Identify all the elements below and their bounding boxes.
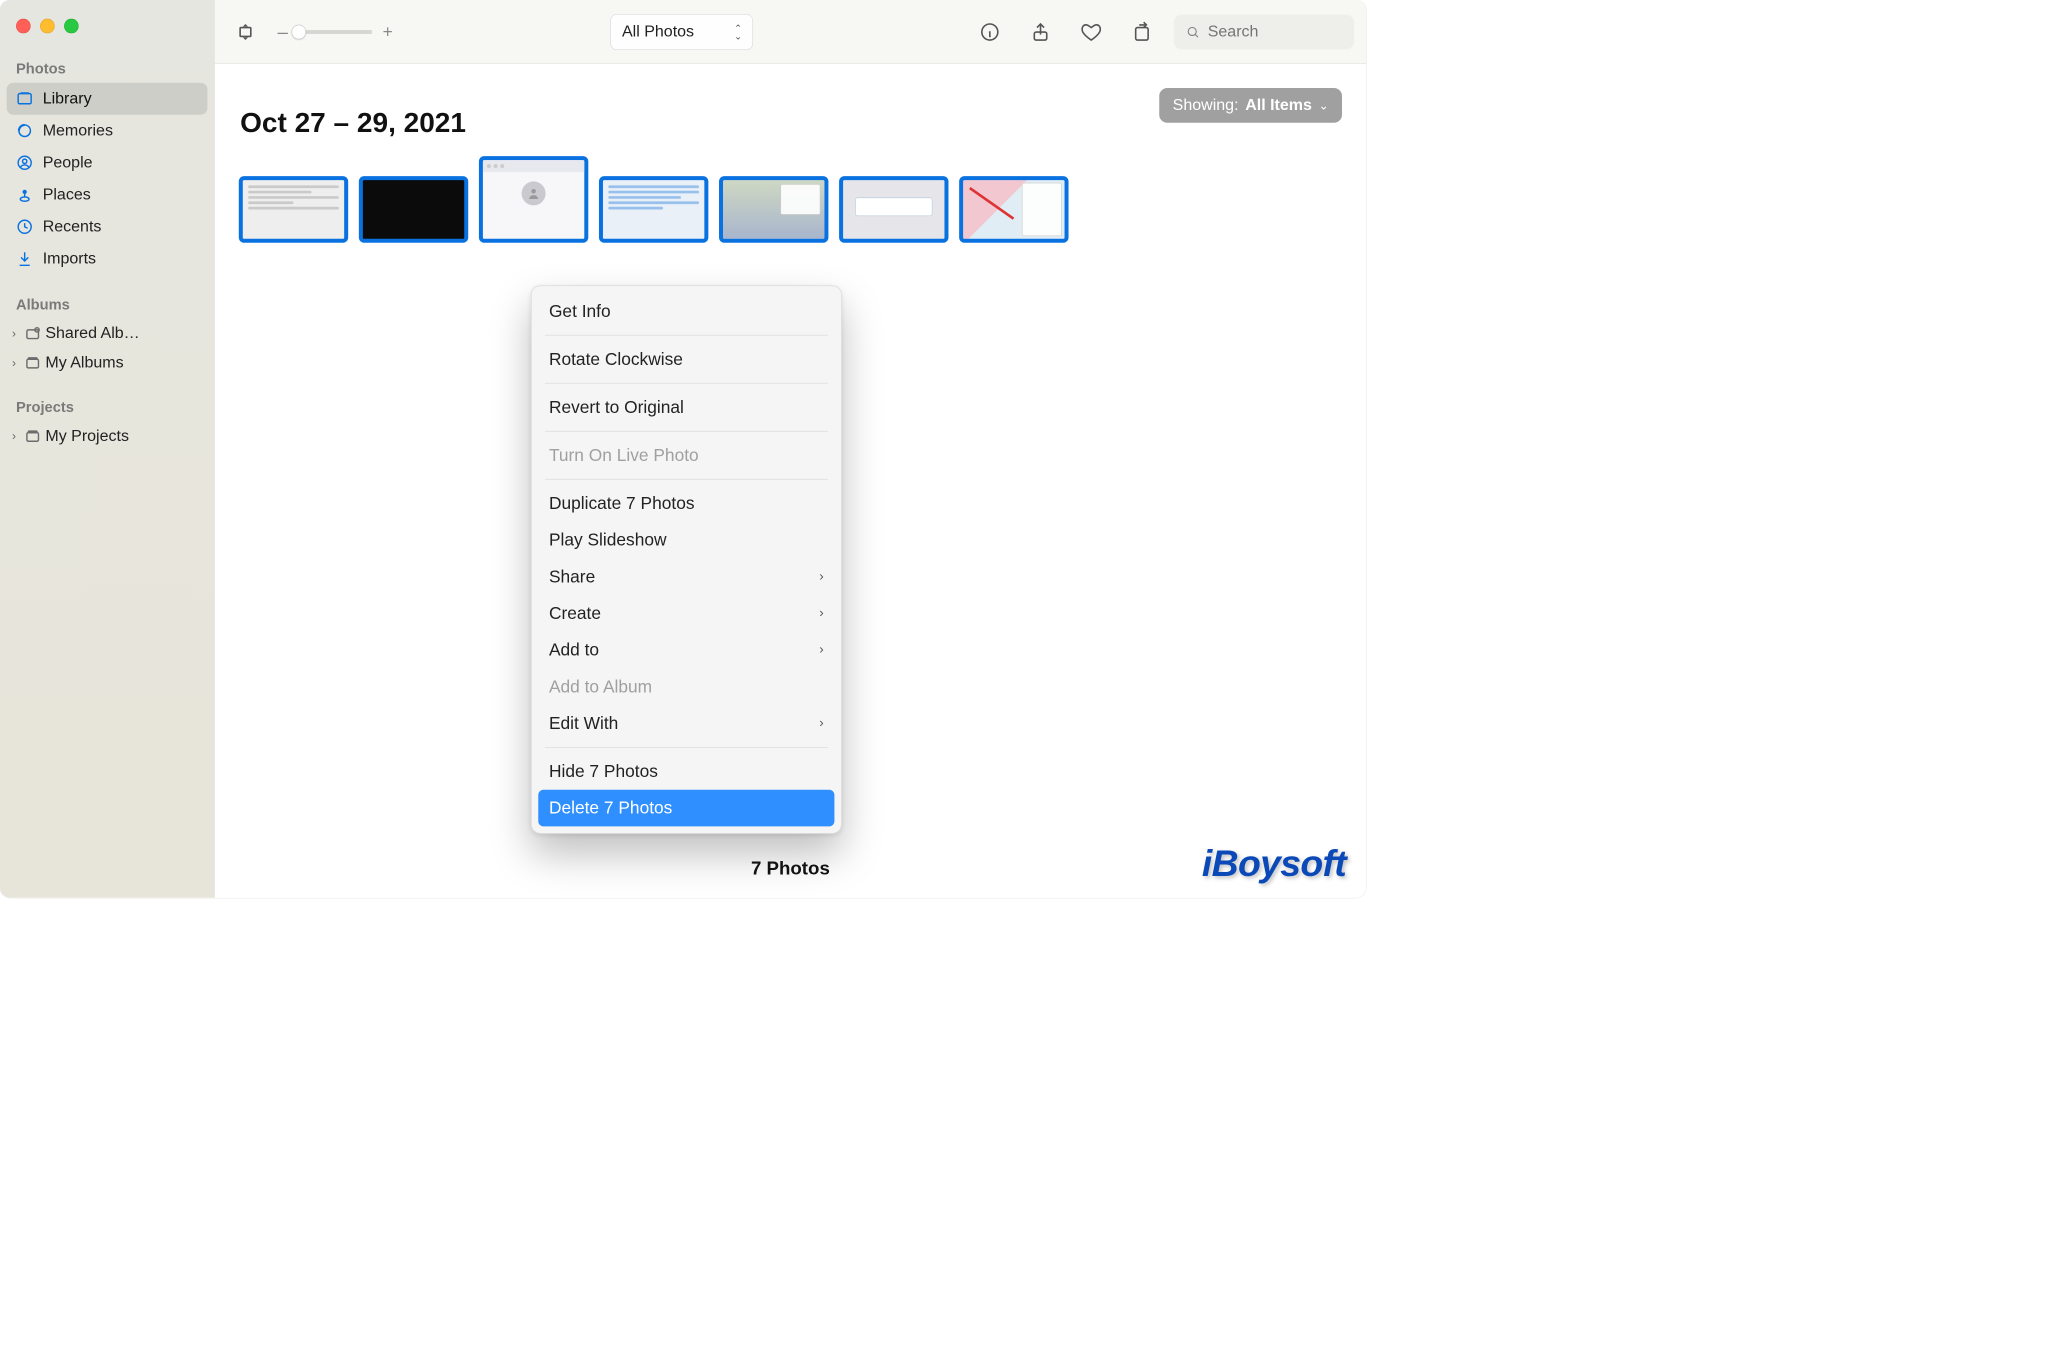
menu-rotate-clockwise[interactable]: Rotate Clockwise (532, 341, 841, 378)
sidebar-item-imports[interactable]: Imports (7, 243, 208, 275)
recents-icon (16, 218, 33, 235)
view-filter-label: All Photos (622, 22, 694, 41)
photo-thumbnail[interactable] (719, 176, 828, 243)
sidebar-item-label: Memories (43, 121, 113, 140)
search-icon (1186, 24, 1200, 40)
chevron-right-icon: › (819, 569, 823, 584)
share-button[interactable] (1022, 13, 1059, 50)
adjust-size-button[interactable] (227, 13, 264, 50)
menu-edit-with[interactable]: Edit With› (532, 705, 841, 742)
sidebar-item-label: People (43, 153, 93, 172)
sidebar-item-label: Shared Alb… (45, 324, 139, 343)
photo-thumbnail[interactable] (239, 176, 348, 243)
stepper-icon: ⌃⌄ (734, 24, 742, 39)
search-field[interactable] (1174, 14, 1354, 49)
window-controls (7, 9, 208, 53)
sidebar-item-people[interactable]: People (7, 147, 208, 179)
sidebar-item-label: Places (43, 185, 91, 204)
sidebar-item-recents[interactable]: Recents (7, 211, 208, 243)
watermark: iBoysoft (1202, 841, 1346, 884)
menu-live-photo: Turn On Live Photo (532, 437, 841, 474)
info-button[interactable] (971, 13, 1008, 50)
zoom-out-icon[interactable]: – (277, 21, 287, 42)
photo-thumbnail[interactable] (839, 176, 948, 243)
photo-thumbnail[interactable] (359, 176, 468, 243)
people-icon (16, 154, 33, 171)
menu-add-to-album: Add to Album (532, 668, 841, 705)
chevron-right-icon: › (819, 716, 823, 731)
favorite-button[interactable] (1073, 13, 1110, 50)
sidebar-item-places[interactable]: Places (7, 179, 208, 211)
menu-create[interactable]: Create› (532, 595, 841, 632)
zoom-thumb[interactable] (291, 24, 306, 39)
library-icon (16, 90, 33, 107)
photos-app-window: Photos Library Memories People Places (0, 0, 1366, 898)
album-icon (24, 354, 41, 371)
close-window-button[interactable] (16, 19, 31, 34)
minimize-window-button[interactable] (40, 19, 55, 34)
sidebar-section-albums: Albums (7, 289, 208, 318)
sidebar-item-shared-albums[interactable]: › Shared Alb… (7, 319, 208, 348)
sidebar-item-library[interactable]: Library (7, 83, 208, 115)
toolbar: – + All Photos ⌃⌄ (215, 0, 1366, 64)
photo-thumbnail[interactable] (959, 176, 1068, 243)
menu-slideshow[interactable]: Play Slideshow (532, 522, 841, 559)
zoom-track[interactable] (299, 30, 372, 34)
view-filter-select[interactable]: All Photos ⌃⌄ (611, 14, 754, 50)
sidebar-item-label: Library (43, 89, 92, 108)
showing-value: All Items (1245, 96, 1312, 115)
photo-thumbnail[interactable] (479, 156, 588, 243)
chevron-right-icon: › (8, 326, 20, 340)
thumbnail-row (239, 156, 1342, 243)
menu-add-to[interactable]: Add to› (532, 632, 841, 669)
photo-thumbnail[interactable] (599, 176, 708, 243)
sidebar: Photos Library Memories People Places (0, 0, 215, 898)
sidebar-item-memories[interactable]: Memories (7, 115, 208, 147)
menu-share[interactable]: Share› (532, 558, 841, 595)
sidebar-section-photos: Photos (7, 53, 208, 82)
menu-hide[interactable]: Hide 7 Photos (532, 753, 841, 790)
chevron-right-icon: › (819, 642, 823, 657)
search-input[interactable] (1208, 22, 1342, 41)
zoom-slider[interactable]: – + (277, 21, 392, 42)
imports-icon (16, 250, 33, 267)
photo-count-label: 7 Photos (751, 858, 830, 879)
sidebar-item-label: My Albums (45, 354, 123, 373)
sidebar-item-my-albums[interactable]: › My Albums (7, 348, 208, 377)
menu-duplicate[interactable]: Duplicate 7 Photos (532, 485, 841, 522)
fullscreen-window-button[interactable] (64, 19, 79, 34)
main-area: – + All Photos ⌃⌄ (215, 0, 1366, 898)
showing-filter-button[interactable]: Showing: All Items ⌄ (1159, 88, 1342, 123)
sidebar-item-label: Imports (43, 249, 96, 268)
sidebar-item-my-projects[interactable]: › My Projects (7, 422, 208, 451)
menu-get-info[interactable]: Get Info (532, 293, 841, 330)
chevron-right-icon: › (819, 606, 823, 621)
menu-revert-original[interactable]: Revert to Original (532, 389, 841, 426)
memories-icon (16, 122, 33, 139)
context-menu: Get Info Rotate Clockwise Revert to Orig… (531, 285, 842, 833)
menu-delete[interactable]: Delete 7 Photos (538, 790, 834, 827)
shared-album-icon (24, 325, 41, 342)
chevron-right-icon: › (8, 356, 20, 370)
chevron-down-icon: ⌄ (1319, 98, 1329, 112)
rotate-button[interactable] (1123, 13, 1160, 50)
project-icon (24, 428, 41, 445)
zoom-in-icon[interactable]: + (383, 21, 393, 42)
content: Showing: All Items ⌄ Oct 27 – 29, 2021 (215, 64, 1366, 898)
sidebar-item-label: Recents (43, 217, 102, 236)
showing-prefix: Showing: (1173, 96, 1239, 115)
chevron-right-icon: › (8, 429, 20, 443)
sidebar-section-projects: Projects (7, 392, 208, 421)
places-icon (16, 186, 33, 203)
sidebar-item-label: My Projects (45, 427, 129, 446)
